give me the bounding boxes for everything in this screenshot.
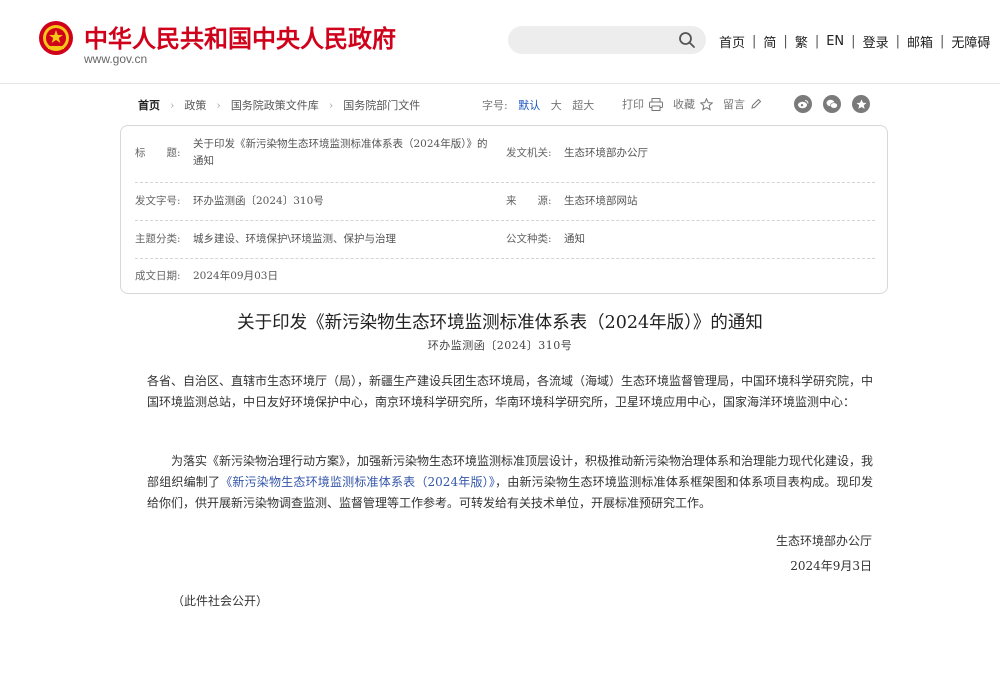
title-value: 关于印发《新污染物生态环境监测标准体系表（2024年版）》的 通知 xyxy=(193,136,513,170)
nav-separator: | xyxy=(851,34,856,49)
issuer-value: 生态环境部办公厅 xyxy=(564,147,648,159)
nav-mail[interactable]: 邮箱 xyxy=(907,32,933,51)
nav-home[interactable]: 首页 xyxy=(719,32,745,51)
font-size-default[interactable]: 默认 xyxy=(518,99,540,112)
pencil-icon xyxy=(751,98,762,109)
sign-date: 2024年9月3日 xyxy=(790,559,872,573)
date-value: 2024年09月03日 xyxy=(193,270,278,282)
font-size-switcher: 字号: 默认 大 超大 xyxy=(482,97,594,113)
issuer-label: 发文机关: xyxy=(506,147,552,159)
public-note: （此件社会公开） xyxy=(172,594,269,608)
title-label: 标 题: xyxy=(135,147,181,159)
doctype-label: 公文种类: xyxy=(506,233,552,245)
nav-simplified[interactable]: 简 xyxy=(763,32,776,51)
doctype-value: 通知 xyxy=(564,233,585,245)
font-size-large[interactable]: 大 xyxy=(551,99,562,112)
nav-separator: | xyxy=(939,34,945,49)
breadcrumb: 首页 › 政策 › 国务院政策文件库 › 国务院部门文件 xyxy=(138,97,420,113)
topic-value: 城乡建设、环境保护\环境监测、保护与治理 xyxy=(193,233,397,245)
print-label: 打印 xyxy=(622,98,644,111)
docno-label: 发文字号: xyxy=(135,195,181,207)
nav-separator: | xyxy=(814,34,820,49)
star-icon xyxy=(700,97,713,111)
message-label: 留言 xyxy=(723,98,745,111)
document-title: 关于印发《新污染物生态环境监测标准体系表（2024年版）》的通知 xyxy=(237,313,763,333)
nav-traditional[interactable]: 繁 xyxy=(795,32,808,51)
info-row-topic: 主题分类: 城乡建设、环境保护\环境监测、保护与治理 公文种类: 通知 xyxy=(135,221,875,259)
top-nav: 首页 | 简 | 繁 | EN | 登录 | 邮箱 | 无障碍 xyxy=(719,32,990,51)
docno-value: 环办监测函〔2024〕310号 xyxy=(193,195,324,207)
breadcrumb-policy[interactable]: 政策 xyxy=(184,97,206,113)
font-size-label: 字号: xyxy=(482,99,508,112)
breadcrumb-department-docs[interactable]: 国务院部门文件 xyxy=(343,97,420,113)
document-info-box: 标 题: 关于印发《新污染物生态环境监测标准体系表（2024年版）》的 通知 发… xyxy=(120,125,888,294)
breadcrumb-home[interactable]: 首页 xyxy=(138,97,160,113)
nav-accessibility[interactable]: 无障碍 xyxy=(951,32,990,51)
source-label: 来 源: xyxy=(506,195,552,207)
breadcrumb-arrow-icon: › xyxy=(328,98,334,112)
page-tools: 打印 收藏 留言 xyxy=(622,96,772,112)
nav-separator: | xyxy=(783,34,788,49)
document-number: 环办监测函〔2024〕310号 xyxy=(427,339,573,352)
weibo-icon[interactable] xyxy=(794,95,812,113)
topic-label: 主题分类: xyxy=(135,233,181,245)
site-header: 中华人民共和国中央人民政府 www.gov.cn 首页 | 简 | 繁 | EN… xyxy=(0,0,1000,84)
standard-table-link[interactable]: 《新污染物生态环境监测标准体系表（2024年版）》 xyxy=(220,475,495,489)
recipients-paragraph: 各省、自治区、直辖市生态环境厅（局），新疆生产建设兵团生态环境局，各流域（海域）… xyxy=(147,374,874,409)
national-emblem-icon[interactable] xyxy=(38,20,74,56)
date-label: 成文日期: xyxy=(135,270,181,282)
favorite-button[interactable]: 收藏 xyxy=(673,96,713,112)
nav-separator: | xyxy=(895,34,900,49)
search-box xyxy=(508,26,706,54)
breadcrumb-arrow-icon: › xyxy=(216,98,221,112)
nav-english[interactable]: EN xyxy=(826,34,844,49)
printer-icon xyxy=(649,97,663,111)
breadcrumb-state-council-library[interactable]: 国务院政策文件库 xyxy=(231,97,319,113)
search-input[interactable] xyxy=(522,31,672,49)
site-domain: www.gov.cn xyxy=(84,52,148,66)
breadcrumb-arrow-icon: › xyxy=(170,98,175,112)
site-title[interactable]: 中华人民共和国中央人民政府 xyxy=(84,19,396,54)
wechat-icon[interactable] xyxy=(823,95,841,113)
title-value-line2: 通知 xyxy=(193,155,214,167)
search-icon[interactable] xyxy=(678,31,696,49)
source-value: 生态环境部网站 xyxy=(564,195,638,207)
font-size-xlarge[interactable]: 超大 xyxy=(572,99,594,112)
info-row-docno: 发文字号: 环办监测函〔2024〕310号 来 源: 生态环境部网站 xyxy=(135,183,875,221)
nav-separator: | xyxy=(752,34,757,49)
favorite-share-icon[interactable] xyxy=(852,95,870,113)
favorite-label: 收藏 xyxy=(673,98,695,111)
title-value-line1: 关于印发《新污染物生态环境监测标准体系表（2024年版）》的 xyxy=(193,138,488,150)
print-button[interactable]: 打印 xyxy=(622,96,663,112)
signer: 生态环境部办公厅 xyxy=(775,534,872,548)
body-paragraph: 为落实《新污染物治理行动方案》，加强新污染物生态环境监测标准顶层设计，积极推动新… xyxy=(147,451,873,514)
share-icons xyxy=(794,95,881,113)
info-row-title: 标 题: 关于印发《新污染物生态环境监测标准体系表（2024年版）》的 通知 发… xyxy=(135,126,875,183)
info-row-date: 成文日期: 2024年09月03日 xyxy=(135,259,875,293)
message-button[interactable]: 留言 xyxy=(723,96,762,112)
nav-login[interactable]: 登录 xyxy=(863,32,889,51)
